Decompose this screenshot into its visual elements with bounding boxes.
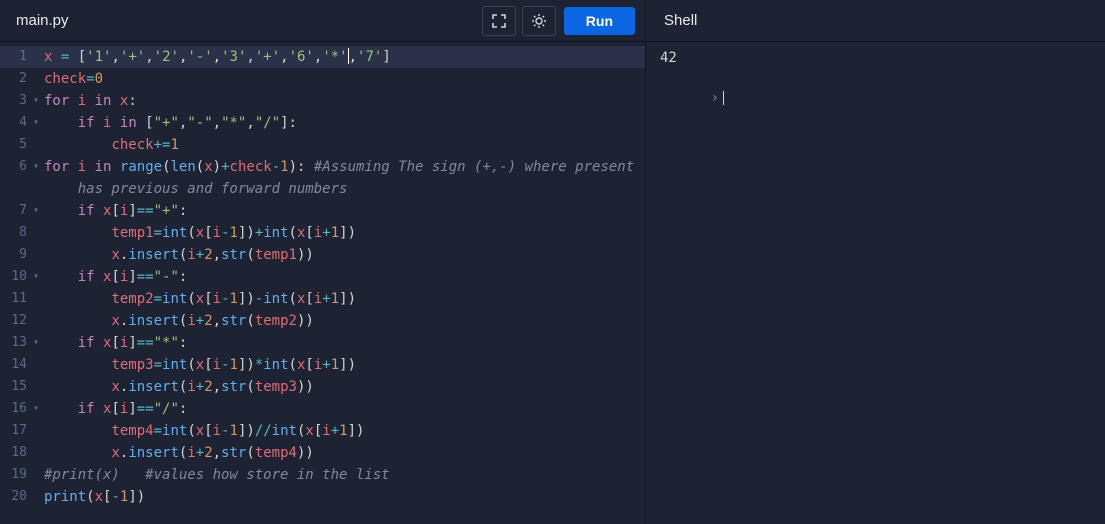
shell-output-line: 42 bbox=[660, 48, 1091, 68]
file-tab-main[interactable]: main.py bbox=[0, 0, 85, 41]
code-line[interactable]: 17 temp4=int(x[i-1])//int(x[i+1]) bbox=[0, 420, 645, 442]
code-content: if x[i]=="-": bbox=[42, 266, 187, 288]
fold-toggle[interactable]: ▾ bbox=[30, 332, 42, 354]
line-number: 20 bbox=[0, 486, 30, 508]
shell-tab[interactable]: Shell bbox=[646, 0, 1105, 42]
code-line[interactable]: 10▾ if x[i]=="-": bbox=[0, 266, 645, 288]
line-number: 15 bbox=[0, 376, 30, 398]
shell-output[interactable]: 42 › bbox=[646, 42, 1105, 524]
code-content: temp2=int(x[i-1])-int(x[i+1]) bbox=[42, 288, 356, 310]
code-line[interactable]: 19 #print(x) #values how store in the lis… bbox=[0, 464, 645, 486]
shell-prompt[interactable]: › bbox=[660, 68, 1091, 128]
fold-toggle[interactable]: ▾ bbox=[30, 112, 42, 134]
code-line[interactable]: 7▾ if x[i]=="+": bbox=[0, 200, 645, 222]
code-content: if x[i]=="/": bbox=[42, 398, 187, 420]
sun-icon bbox=[531, 13, 547, 29]
code-content: temp1=int(x[i-1])+int(x[i+1]) bbox=[42, 222, 356, 244]
code-content: check=0 bbox=[42, 68, 103, 90]
prompt-glyph: › bbox=[711, 90, 719, 106]
line-number: 12 bbox=[0, 310, 30, 332]
fullscreen-button[interactable] bbox=[482, 6, 516, 36]
code-content: for i in range(len(x)+check-1): #Assumin… bbox=[42, 156, 643, 178]
line-number: 6 bbox=[0, 156, 30, 178]
code-content: x.insert(i+2,str(temp2)) bbox=[42, 310, 314, 332]
code-content: if x[i]=="+": bbox=[42, 200, 187, 222]
line-number: 4 bbox=[0, 112, 30, 134]
code-line[interactable]: 1 x = ['1','+','2','-','3','+','6','*','7… bbox=[0, 46, 645, 68]
code-line[interactable]: 8 temp1=int(x[i-1])+int(x[i+1]) bbox=[0, 222, 645, 244]
line-number: 19 bbox=[0, 464, 30, 486]
code-editor[interactable]: 1 x = ['1','+','2','-','3','+','6','*','7… bbox=[0, 42, 645, 524]
code-content: if x[i]=="*": bbox=[42, 332, 187, 354]
code-content: for i in x: bbox=[42, 90, 137, 112]
code-line[interactable]: 9 x.insert(i+2,str(temp1)) bbox=[0, 244, 645, 266]
code-line[interactable]: 13▾ if x[i]=="*": bbox=[0, 332, 645, 354]
shell-cursor bbox=[723, 91, 724, 105]
line-number: 11 bbox=[0, 288, 30, 310]
code-line[interactable]: 18 x.insert(i+2,str(temp4)) bbox=[0, 442, 645, 464]
line-number: 16 bbox=[0, 398, 30, 420]
line-number: 10 bbox=[0, 266, 30, 288]
code-line[interactable]: 3▾for i in x: bbox=[0, 90, 645, 112]
code-content: #print(x) #values how store in the list bbox=[42, 464, 390, 486]
fold-toggle[interactable]: ▾ bbox=[30, 90, 42, 112]
line-number: 2 bbox=[0, 68, 30, 90]
fold-toggle[interactable]: ▾ bbox=[30, 266, 42, 288]
code-line[interactable]: 15 x.insert(i+2,str(temp3)) bbox=[0, 376, 645, 398]
code-content: x.insert(i+2,str(temp1)) bbox=[42, 244, 314, 266]
line-number: 13 bbox=[0, 332, 30, 354]
code-content: x = ['1','+','2','-','3','+','6','*','7'… bbox=[42, 46, 391, 68]
run-button[interactable]: Run bbox=[564, 7, 635, 35]
theme-button[interactable] bbox=[522, 6, 556, 36]
line-number: 8 bbox=[0, 222, 30, 244]
line-number: 17 bbox=[0, 420, 30, 442]
code-content: x.insert(i+2,str(temp3)) bbox=[42, 376, 314, 398]
code-content: print(x[-1]) bbox=[42, 486, 145, 508]
shell-pane: Shell 42 › bbox=[645, 0, 1105, 524]
line-number: 18 bbox=[0, 442, 30, 464]
fullscreen-icon bbox=[491, 13, 507, 29]
line-number: 3 bbox=[0, 90, 30, 112]
code-line[interactable]: 5 check+=1 bbox=[0, 134, 645, 156]
code-line[interactable]: 20 print(x[-1]) bbox=[0, 486, 645, 508]
line-number: 1 bbox=[0, 46, 30, 68]
line-number: 5 bbox=[0, 134, 30, 156]
fold-toggle[interactable]: ▾ bbox=[30, 156, 42, 178]
code-line[interactable]: 4▾ if i in ["+","-","*","/"]: bbox=[0, 112, 645, 134]
code-line[interactable]: has previous and forward numbers bbox=[0, 178, 645, 200]
code-content: x.insert(i+2,str(temp4)) bbox=[42, 442, 314, 464]
code-content: if i in ["+","-","*","/"]: bbox=[42, 112, 297, 134]
line-number: 7 bbox=[0, 200, 30, 222]
code-line[interactable]: 11 temp2=int(x[i-1])-int(x[i+1]) bbox=[0, 288, 645, 310]
code-line[interactable]: 12 x.insert(i+2,str(temp2)) bbox=[0, 310, 645, 332]
code-line[interactable]: 2 check=0 bbox=[0, 68, 645, 90]
line-number: 9 bbox=[0, 244, 30, 266]
code-line[interactable]: 14 temp3=int(x[i-1])*int(x[i+1]) bbox=[0, 354, 645, 376]
editor-header: main.py Run bbox=[0, 0, 645, 42]
fold-toggle[interactable]: ▾ bbox=[30, 200, 42, 222]
editor-pane: main.py Run 1 x = ['1','+','2','-','3','+… bbox=[0, 0, 645, 524]
code-line[interactable]: 6▾for i in range(len(x)+check-1): #Assum… bbox=[0, 156, 645, 178]
code-content: check+=1 bbox=[42, 134, 179, 156]
code-content: has previous and forward numbers bbox=[42, 178, 347, 200]
code-content: temp4=int(x[i-1])//int(x[i+1]) bbox=[42, 420, 364, 442]
fold-toggle[interactable]: ▾ bbox=[30, 398, 42, 420]
code-line[interactable]: 16▾ if x[i]=="/": bbox=[0, 398, 645, 420]
line-number: 14 bbox=[0, 354, 30, 376]
code-content: temp3=int(x[i-1])*int(x[i+1]) bbox=[42, 354, 356, 376]
editor-cursor bbox=[348, 48, 349, 64]
